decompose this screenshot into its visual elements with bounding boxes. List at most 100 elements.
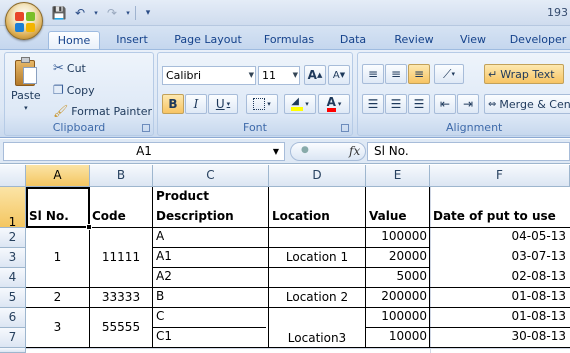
product-description-cell[interactable]: A1 (156, 249, 172, 263)
location-cell[interactable]: Location 1 (269, 228, 365, 287)
orientation-button[interactable]: ⟋ ▾ (434, 64, 464, 84)
tab-review[interactable]: Review (386, 31, 442, 50)
redo-icon[interactable]: ↷ (103, 4, 121, 22)
redo-dropdown-icon[interactable]: ▾ (124, 4, 132, 22)
decrease-indent-icon: ⇤ (439, 97, 451, 111)
column-header-b[interactable]: B (90, 165, 153, 187)
header-sl-no[interactable]: Sl No. (29, 209, 69, 223)
paste-button[interactable]: Paste ▾ (11, 57, 41, 112)
tab-data[interactable]: Data (333, 31, 373, 50)
undo-icon[interactable]: ↶ (71, 4, 89, 22)
row-header-4[interactable]: 4 (0, 268, 26, 288)
date-cell[interactable]: 03-07-13 (430, 249, 566, 263)
row-header-8[interactable] (0, 348, 26, 353)
sl-no-cell[interactable]: 2 (26, 288, 89, 307)
decrease-indent-button[interactable]: ⇤ (434, 94, 456, 114)
align-bottom-button[interactable]: ≡ (408, 64, 430, 84)
tab-page-layout[interactable]: Page Layout (166, 31, 250, 50)
product-description-cell[interactable]: A2 (156, 269, 172, 283)
name-box[interactable]: A1 ▼ (3, 142, 285, 161)
align-left-button[interactable]: ☰ (362, 94, 384, 114)
font-size-select[interactable]: 11 ▼ (258, 66, 300, 85)
bold-button[interactable]: B (162, 94, 184, 114)
code-cell[interactable]: 33333 (90, 288, 152, 307)
date-cell[interactable]: 04-05-13 (430, 229, 566, 243)
font-size-value: 11 (262, 69, 276, 82)
column-header-a[interactable]: A (26, 165, 90, 187)
header-date[interactable]: Date of put to use (433, 209, 556, 223)
customize-qat-icon[interactable]: ▾ (139, 4, 157, 22)
product-description-cell[interactable]: C1 (156, 329, 172, 343)
wrap-text-button[interactable]: ↵ Wrap Text (484, 64, 564, 84)
header-code[interactable]: Code (92, 209, 126, 223)
row-header-5[interactable]: 5 (0, 288, 26, 308)
product-description-cell[interactable]: A (156, 229, 164, 243)
column-header-d[interactable]: D (269, 165, 366, 187)
location-cell[interactable]: Location3 (269, 329, 365, 348)
code-cell[interactable]: 11111 (90, 228, 152, 287)
shrink-font-button[interactable]: A ▼ (328, 65, 350, 85)
formula-input[interactable]: Sl No. (367, 142, 570, 161)
border-line (366, 327, 570, 328)
format-painter-button[interactable]: 🖌 Format Painter (53, 104, 152, 118)
tab-formulas[interactable]: Formulas (258, 31, 320, 50)
font-launcher-icon[interactable] (341, 124, 349, 132)
font-color-button[interactable]: A ▾ (318, 94, 350, 114)
increase-indent-button[interactable]: ⇥ (457, 94, 479, 114)
tab-insert[interactable]: Insert (106, 31, 158, 50)
location-cell[interactable]: Location 2 (269, 288, 365, 307)
value-cell[interactable]: 100000 (366, 309, 427, 323)
save-icon[interactable]: 💾 (50, 4, 68, 22)
row-header-2[interactable]: 2 (0, 228, 26, 248)
copy-button[interactable]: ❐ Copy (53, 83, 95, 97)
product-description-cell[interactable]: C (156, 309, 164, 323)
value-cell[interactable]: 10000 (366, 329, 427, 343)
column-header-c[interactable]: C (153, 165, 269, 187)
paste-dropdown-icon[interactable]: ▾ (24, 104, 28, 112)
font-family-select[interactable]: Calibri ▼ (162, 66, 256, 85)
align-center-button[interactable]: ☰ (385, 94, 407, 114)
grow-font-button[interactable]: A ▲ (304, 65, 326, 85)
row-header-7[interactable]: 7 (0, 328, 26, 348)
value-cell[interactable]: 200000 (366, 289, 427, 303)
value-cell[interactable]: 20000 (366, 249, 427, 263)
undo-dropdown-icon[interactable]: ▾ (92, 4, 100, 22)
header-location[interactable]: Location (272, 209, 330, 223)
sl-no-cell[interactable]: 1 (26, 228, 89, 287)
column-header-e[interactable]: E (366, 165, 430, 187)
date-cell[interactable]: 01-08-13 (430, 289, 566, 303)
header-product-line1[interactable]: Product (156, 189, 209, 203)
fill-color-button[interactable]: ◢ ▾ (284, 94, 316, 114)
column-header-f[interactable]: F (430, 165, 570, 187)
product-description-cell[interactable]: B (156, 289, 164, 303)
value-cell[interactable]: 100000 (366, 229, 427, 243)
value-cell[interactable]: 5000 (366, 269, 427, 283)
tab-view[interactable]: View (451, 31, 495, 50)
row-header-6[interactable]: 6 (0, 308, 26, 328)
code-cell[interactable]: 55555 (90, 308, 152, 347)
clipboard-launcher-icon[interactable] (142, 124, 150, 132)
underline-button[interactable]: U ▾ (208, 94, 238, 114)
insert-function-icon[interactable]: fx (349, 144, 360, 158)
tab-developer[interactable]: Developer (506, 31, 570, 50)
date-cell[interactable]: 30-08-13 (430, 329, 566, 343)
align-right-button[interactable]: ☰ (408, 94, 430, 114)
date-cell[interactable]: 02-08-13 (430, 269, 566, 283)
align-middle-button[interactable]: ≡ (385, 64, 407, 84)
cut-button[interactable]: ✂ Cut (53, 61, 86, 76)
header-value[interactable]: Value (369, 209, 407, 223)
italic-button[interactable]: I (185, 94, 207, 114)
tab-home[interactable]: Home (48, 31, 100, 50)
align-top-button[interactable]: ≡ (362, 64, 384, 84)
borders-button[interactable]: ▾ (246, 94, 278, 114)
border-line (153, 327, 266, 328)
header-product-line2[interactable]: Description (156, 209, 234, 223)
sl-no-cell[interactable]: 3 (26, 308, 89, 347)
chevron-down-icon[interactable]: ▼ (273, 143, 279, 160)
office-button[interactable] (5, 2, 43, 40)
row-header-1[interactable]: 1 (0, 187, 26, 229)
row-header-3[interactable]: 3 (0, 248, 26, 268)
select-all-corner[interactable] (0, 165, 26, 187)
merge-center-button[interactable]: ⇔ Merge & Cen (484, 94, 570, 114)
date-cell[interactable]: 01-08-13 (430, 309, 566, 323)
